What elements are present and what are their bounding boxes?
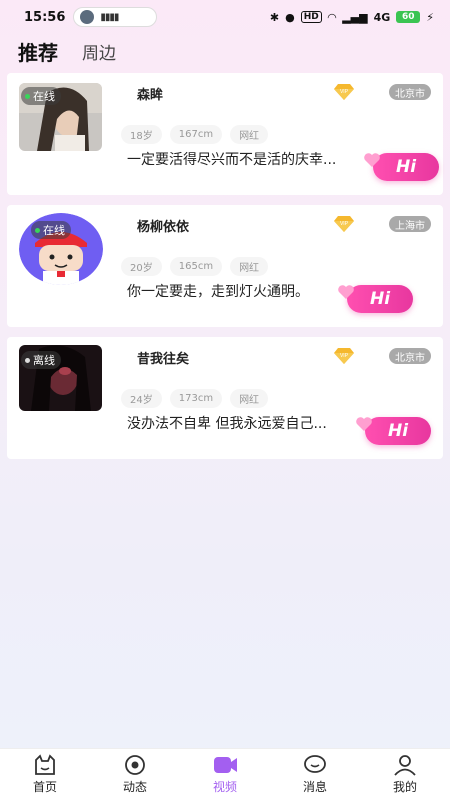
age-tag: 20岁 bbox=[121, 257, 162, 276]
user-signature: 没办法不自卑 但我永远爱自己... bbox=[127, 416, 327, 432]
nav-label: 我的 bbox=[392, 780, 417, 794]
user-name: 杨柳依依 bbox=[137, 220, 190, 235]
home-cat-icon bbox=[35, 754, 55, 775]
audio-wave-icon: ▮▮▮▮ bbox=[100, 11, 119, 23]
heart-icon bbox=[364, 153, 380, 167]
label-tag: 网红 bbox=[230, 257, 269, 276]
status-time: 15:56 bbox=[24, 9, 66, 25]
tag-list: 20岁 165cm 网红 bbox=[121, 257, 269, 276]
nav-label: 首页 bbox=[32, 780, 57, 794]
svg-text:VIP: VIP bbox=[340, 353, 349, 359]
nav-label: 视频 bbox=[212, 780, 237, 794]
bottom-nav: 首页 动态 视频 消息 我的 bbox=[0, 748, 450, 800]
online-status-badge: 在线 bbox=[31, 221, 71, 239]
offline-dot-icon bbox=[25, 357, 30, 363]
say-hi-button[interactable]: Hi bbox=[338, 285, 413, 313]
location-icon: ● bbox=[285, 10, 295, 24]
user-signature: 一定要活得尽兴而不是活的庆幸... bbox=[127, 152, 337, 168]
age-tag: 18岁 bbox=[121, 125, 162, 144]
hi-label: Hi bbox=[369, 289, 391, 309]
age-tag: 24岁 bbox=[121, 389, 162, 408]
user-card[interactable]: 在线 森眸 VIP 北京市 18岁 167cm 网红 一定要活得尽兴而不是活的庆… bbox=[7, 73, 443, 195]
tab-recommend[interactable]: 推荐 bbox=[18, 37, 58, 66]
nav-messages[interactable]: 消息 bbox=[270, 749, 360, 800]
status-label: 在线 bbox=[33, 90, 55, 103]
online-dot-icon bbox=[25, 93, 30, 99]
charging-icon: ⚡ bbox=[426, 10, 434, 24]
svg-text:VIP: VIP bbox=[340, 89, 349, 95]
heart-icon bbox=[356, 417, 372, 431]
height-tag: 173cm bbox=[169, 389, 223, 408]
nav-profile[interactable]: 我的 bbox=[360, 749, 450, 800]
hi-label: Hi bbox=[387, 421, 409, 441]
nav-label: 消息 bbox=[302, 780, 327, 794]
user-card[interactable]: 在线 杨柳依依 VIP 上海市 20岁 165cm 网红 你一定要走，走到灯火通… bbox=[7, 205, 443, 327]
hd-badge: HD bbox=[300, 11, 322, 23]
status-bar: 15:56 ▮▮▮▮ ✱ ● HD ◠ ▂▄▆ 4G 60 ⚡ bbox=[0, 0, 450, 34]
video-camera-icon bbox=[214, 757, 237, 773]
label-tag: 网红 bbox=[230, 389, 269, 408]
nav-feed[interactable]: 动态 bbox=[90, 749, 180, 800]
signal-icon: ▂▄▆ bbox=[342, 10, 368, 24]
user-name: 昔我往矣 bbox=[137, 352, 190, 367]
header-tabs: 推荐 周边 bbox=[18, 34, 116, 66]
vip-diamond-icon: VIP bbox=[334, 216, 354, 232]
network-type: 4G bbox=[373, 10, 391, 24]
status-label: 离线 bbox=[33, 354, 55, 367]
caller-avatar bbox=[80, 10, 95, 24]
status-label: 在线 bbox=[43, 224, 65, 237]
tag-list: 18岁 167cm 网红 bbox=[121, 125, 269, 144]
height-tag: 165cm bbox=[169, 257, 223, 276]
height-tag: 167cm bbox=[169, 125, 223, 144]
city-badge: 上海市 bbox=[389, 216, 431, 232]
say-hi-button[interactable]: Hi bbox=[356, 417, 431, 445]
say-hi-button[interactable]: Hi bbox=[364, 153, 439, 181]
call-pill[interactable]: ▮▮▮▮ bbox=[73, 7, 158, 27]
nav-video[interactable]: 视频 bbox=[180, 749, 270, 800]
hi-label: Hi bbox=[395, 157, 417, 177]
battery-icon: 60 bbox=[396, 11, 421, 23]
nav-label: 动态 bbox=[122, 780, 147, 794]
eye-icon bbox=[125, 755, 145, 775]
vip-diamond-icon: VIP bbox=[334, 84, 354, 100]
wifi-icon: ◠ bbox=[327, 10, 337, 24]
tab-nearby[interactable]: 周边 bbox=[82, 39, 116, 66]
city-badge: 北京市 bbox=[389, 84, 431, 100]
user-signature: 你一定要走，走到灯火通明。 bbox=[127, 284, 309, 300]
user-card[interactable]: 离线 昔我往矣 VIP 北京市 24岁 173cm 网红 没办法不自卑 但我永远… bbox=[7, 337, 443, 459]
nav-home[interactable]: 首页 bbox=[0, 749, 90, 800]
offline-status-badge: 离线 bbox=[21, 351, 61, 369]
city-badge: 北京市 bbox=[389, 348, 431, 364]
svg-text:VIP: VIP bbox=[340, 221, 349, 227]
user-name: 森眸 bbox=[137, 88, 164, 103]
heart-icon bbox=[338, 285, 354, 299]
vip-diamond-icon: VIP bbox=[334, 348, 354, 364]
chat-bubble-icon bbox=[304, 755, 326, 773]
battery-level: 60 bbox=[402, 12, 415, 22]
bluetooth-icon: ✱ bbox=[269, 10, 280, 24]
label-tag: 网红 bbox=[230, 125, 269, 144]
online-dot-icon bbox=[35, 227, 40, 233]
tag-list: 24岁 173cm 网红 bbox=[121, 389, 269, 408]
person-icon bbox=[394, 755, 416, 776]
online-status-badge: 在线 bbox=[21, 87, 61, 105]
